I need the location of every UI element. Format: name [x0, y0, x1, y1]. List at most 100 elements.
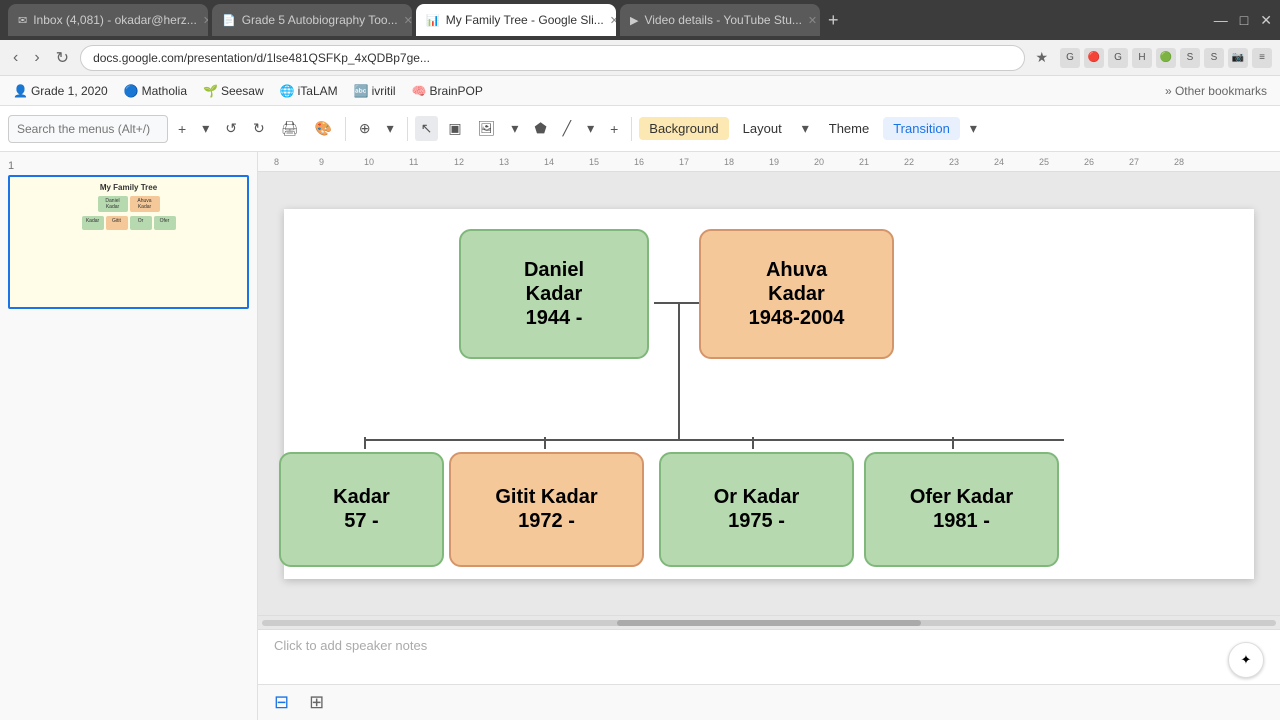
new-tab-button[interactable]: + [828, 10, 839, 31]
bookmark-italam[interactable]: 🌐 iTaLAM [275, 82, 343, 100]
ruler-mark-15: 15 [589, 157, 634, 167]
ext-5[interactable]: 🟢 [1156, 48, 1176, 68]
frame-tool[interactable]: ▣ [442, 116, 467, 141]
bookmark-more[interactable]: » Other bookmarks [1160, 82, 1272, 100]
tab-slides[interactable]: 📊 My Family Tree - Google Sli... ✕ [416, 4, 616, 36]
bookmark-seesaw[interactable]: 🌱 Seesaw [198, 82, 269, 100]
thumb-boxes: DanielKadar AhuvaKadar [16, 196, 241, 212]
node-child1[interactable]: Kadar57 - [279, 452, 444, 567]
connector-or-v [752, 437, 754, 449]
cursor-tool[interactable]: ↖ [415, 116, 439, 141]
connector-gitit-v [544, 437, 546, 449]
scroll-area[interactable] [258, 615, 1280, 629]
bookmark-ivrit-label: ivritil [372, 84, 396, 98]
slide-thumbnail[interactable]: My Family Tree DanielKadar AhuvaKadar Ka… [8, 175, 249, 309]
tab-doc-close[interactable]: ✕ [404, 14, 412, 27]
scroll-thumb[interactable] [617, 620, 921, 626]
transition-button[interactable]: Transition [883, 117, 960, 140]
ext-9[interactable]: ≡ [1252, 48, 1272, 68]
back-button[interactable]: ‹ [8, 47, 23, 69]
zoom-arrow[interactable]: ▾ [381, 116, 400, 141]
bookmark-grade1-icon: 👤 [13, 84, 28, 98]
ext-1[interactable]: G [1060, 48, 1080, 68]
bookmark-seesaw-label: Seesaw [221, 84, 264, 98]
print-button[interactable]: 🖨 [275, 116, 305, 141]
node-ofer[interactable]: Ofer Kadar1981 - [864, 452, 1059, 567]
layout-button[interactable]: Layout [733, 117, 792, 140]
node-gitit[interactable]: Gitit Kadar1972 - [449, 452, 644, 567]
thumb-child1: Kadar [82, 216, 104, 230]
ruler-mark-20: 20 [814, 157, 859, 167]
ext-2[interactable]: 🔴 [1084, 48, 1104, 68]
line-button[interactable]: ╱ [557, 116, 577, 141]
tab-youtube[interactable]: ▶ Video details - YouTube Stu... ✕ [620, 4, 820, 36]
layout-arrow[interactable]: ▾ [796, 116, 815, 141]
node-or[interactable]: Or Kadar1975 - [659, 452, 854, 567]
menu-search-input[interactable] [8, 115, 168, 143]
win-close[interactable]: ✕ [1260, 12, 1272, 29]
toolbar-separator-2 [407, 117, 408, 141]
ext-6[interactable]: S [1180, 48, 1200, 68]
ext-3[interactable]: G [1108, 48, 1128, 68]
scroll-track[interactable] [262, 620, 1276, 626]
shape-button[interactable]: ⬟ [528, 116, 552, 141]
bookmark-brainpop[interactable]: 🧠 BrainPOP [407, 82, 488, 100]
ext-8[interactable]: 📷 [1228, 48, 1248, 68]
slide-canvas-wrapper[interactable]: DanielKadar1944 - AhuvaKadar1948-2004 Ka… [258, 172, 1280, 615]
tab-gmail-close[interactable]: ✕ [203, 14, 208, 27]
node-ahuva-text: AhuvaKadar1948-2004 [749, 258, 845, 330]
new-slide-button[interactable]: + [172, 117, 192, 141]
node-daniel[interactable]: DanielKadar1944 - [459, 229, 649, 359]
toolbar-separator-1 [345, 117, 346, 141]
bookmark-brainpop-label: BrainPOP [430, 84, 483, 98]
tab-slides-close[interactable]: ✕ [610, 14, 616, 27]
bookmark-matholia-label: Matholia [142, 84, 187, 98]
smart-compose-button[interactable]: ✦ [1228, 642, 1264, 678]
tab-gmail[interactable]: ✉ Inbox (4,081) - okadar@herz... ✕ [8, 4, 208, 36]
ruler-mark-26: 26 [1084, 157, 1129, 167]
browser-tab-bar: ✉ Inbox (4,081) - okadar@herz... ✕ 📄 Gra… [0, 0, 1280, 40]
win-minimize[interactable]: — [1214, 12, 1228, 29]
node-gitit-text: Gitit Kadar1972 - [495, 485, 597, 533]
smart-compose-icon: ✦ [1241, 652, 1252, 668]
address-bar[interactable]: docs.google.com/presentation/d/1lse481QS… [80, 45, 1025, 71]
tab-slides-label: My Family Tree - Google Sli... [446, 13, 604, 27]
line-arrow[interactable]: ▾ [581, 116, 600, 141]
format-paint-button[interactable]: 🎨 [308, 116, 337, 141]
undo-button[interactable]: ↺ [219, 116, 243, 141]
bookmark-ivrit[interactable]: 🔤 ivritil [349, 82, 401, 100]
bookmark-matholia[interactable]: 🔵 Matholia [119, 82, 192, 100]
zoom-button[interactable]: ⊕ [353, 116, 377, 141]
collapse-button[interactable]: ▾ [964, 116, 983, 141]
toolbar-separator-3 [631, 117, 632, 141]
speaker-notes[interactable]: Click to add speaker notes [258, 629, 1280, 684]
win-maximize[interactable]: □ [1240, 12, 1248, 29]
node-ahuva[interactable]: AhuvaKadar1948-2004 [699, 229, 894, 359]
tab-youtube-close[interactable]: ✕ [808, 14, 817, 27]
more-tools-button[interactable]: + [604, 117, 624, 141]
ruler-mark-24: 24 [994, 157, 1039, 167]
thumb-box-daniel: DanielKadar [98, 196, 128, 212]
background-button[interactable]: Background [639, 117, 728, 140]
tab-doc[interactable]: 📄 Grade 5 Autobiography Too... ✕ [212, 4, 412, 36]
thumb-children: Kadar Gitit Or Ofer [16, 216, 241, 230]
ruler-mark-16: 16 [634, 157, 679, 167]
view-grid-button[interactable]: ⊞ [305, 688, 328, 717]
ext-4[interactable]: H [1132, 48, 1152, 68]
node-daniel-text: DanielKadar1944 - [524, 258, 584, 330]
new-slide-arrow[interactable]: ▾ [196, 116, 215, 141]
reload-button[interactable]: ↻ [51, 46, 74, 70]
image-button[interactable]: 🖼 [472, 116, 502, 141]
redo-button[interactable]: ↻ [247, 116, 271, 141]
bookmark-star-icon[interactable]: ★ [1035, 49, 1048, 66]
slide-canvas[interactable]: DanielKadar1944 - AhuvaKadar1948-2004 Ka… [284, 209, 1254, 579]
doc-favicon: 📄 [222, 14, 236, 27]
image-arrow[interactable]: ▾ [505, 116, 524, 141]
view-filmstrip-button[interactable]: ⊟ [270, 688, 293, 717]
forward-button[interactable]: › [29, 47, 44, 69]
ruler-mark-27: 27 [1129, 157, 1174, 167]
bookmark-seesaw-icon: 🌱 [203, 84, 218, 98]
bookmark-grade1[interactable]: 👤 Grade 1, 2020 [8, 82, 113, 100]
theme-button[interactable]: Theme [819, 117, 879, 140]
ext-7[interactable]: S [1204, 48, 1224, 68]
